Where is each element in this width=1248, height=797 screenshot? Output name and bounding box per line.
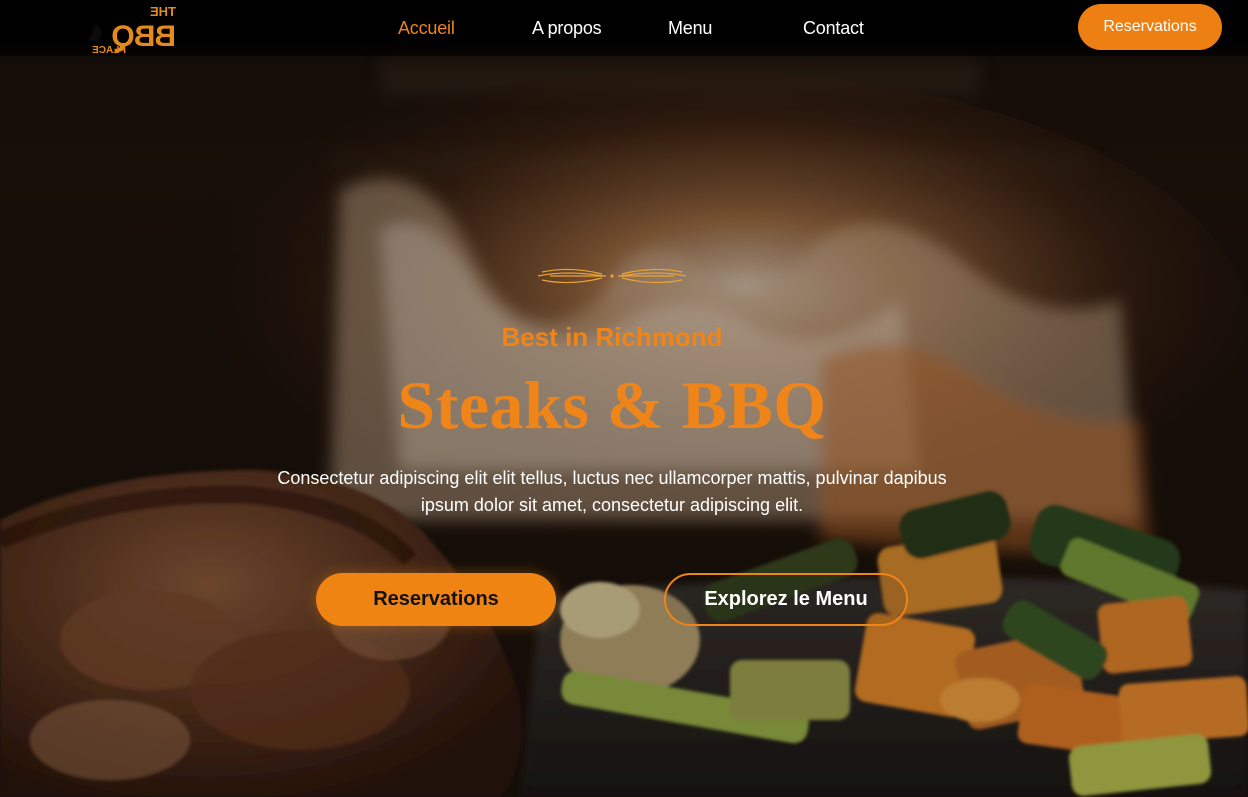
logo[interactable]: THE BBQ PLACE (38, 2, 178, 56)
nav-item-contact[interactable]: Contact (803, 18, 864, 39)
hero-title: Steaks & BBQ (397, 367, 827, 443)
hero-description: Consectetur adipiscing elit elit tellus,… (277, 468, 947, 515)
explore-menu-button[interactable]: Explorez le Menu (664, 573, 908, 626)
top-navigation-bar: THE BBQ PLACE Accueil A propos Menu Cont… (0, 0, 1248, 56)
hero-kicker: Best in Richmond (501, 322, 723, 352)
svg-text:PLACE: PLACE (92, 45, 126, 54)
bbq-place-logo-icon: THE BBQ PLACE (88, 4, 176, 56)
nav-item-accueil[interactable]: Accueil (398, 18, 455, 39)
nav-item-menu[interactable]: Menu (668, 18, 712, 39)
header-reservations-button[interactable]: Reservations (1078, 4, 1222, 50)
flourish-divider-icon (537, 268, 687, 284)
svg-text:THE: THE (150, 4, 176, 19)
hero-section: THE BBQ PLACE Accueil A propos Menu Cont… (0, 0, 1248, 797)
nav-item-a-propos[interactable]: A propos (532, 18, 602, 39)
hero-reservations-button[interactable]: Reservations (316, 573, 556, 626)
